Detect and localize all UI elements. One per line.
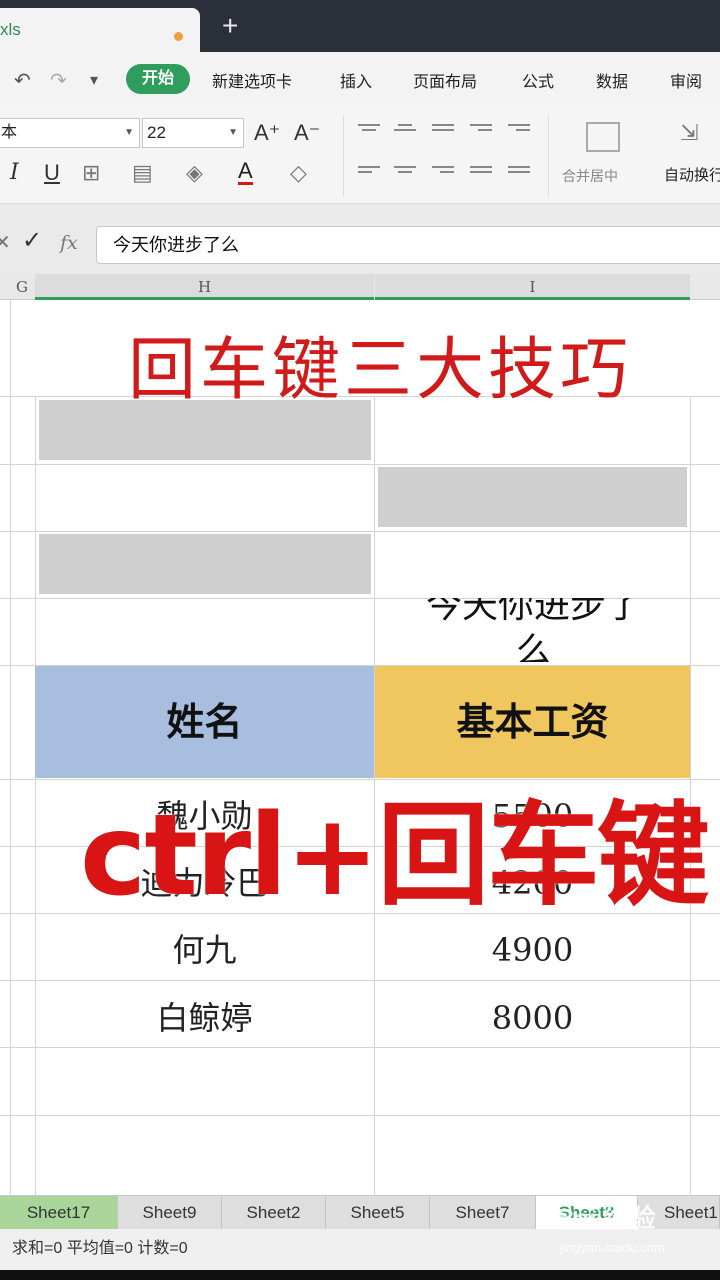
unsaved-dot-icon [174,32,183,41]
borders-icon[interactable]: ⊞ [82,160,100,186]
increase-font-size-icon[interactable]: A⁺ [254,120,280,146]
watermark-brand: Bai 经验 [556,1203,656,1233]
new-tab-button[interactable]: + [222,10,238,42]
column-headers: G H I [0,274,720,300]
grid-line [0,779,720,780]
tutorial-caption-overlay: ctrl+回车键 [80,791,709,921]
undo-icon[interactable]: ↶ [14,68,31,93]
increase-indent-icon[interactable] [508,124,530,138]
align-left-icon[interactable] [358,166,380,180]
confirm-edit-icon[interactable]: ✓ [22,228,42,254]
header-cell-name[interactable]: 姓名 [35,666,374,778]
grid-line [0,1115,720,1116]
function-icon[interactable]: fx [60,230,78,256]
font-name-value: 本 [1,124,18,141]
home-toolbar: 本 ▼ 22 ▼ A⁺ A⁻ I U ⊞ ▤ ◈ A ◇ 合并居中 ⇲ 自动换行 [0,106,720,204]
italic-button[interactable]: I [10,160,19,186]
toolbar-separator [548,116,549,196]
sheet-tab[interactable]: Sheet5 [326,1196,430,1230]
justify-icon[interactable] [470,166,492,180]
column-header-i[interactable]: I [375,274,690,300]
file-tab[interactable]: xls [0,8,200,52]
sheet-tab[interactable]: Sheet7 [430,1196,536,1230]
gray-filled-cell[interactable] [39,400,371,460]
align-top-icon[interactable] [358,124,380,138]
font-size-value: 22 [147,123,166,142]
merge-center-icon[interactable] [586,122,620,152]
redo-icon[interactable]: ↷ [50,68,67,93]
screen-bottom-edge [0,1270,720,1280]
wrap-text-icon[interactable]: ⇲ [680,120,698,146]
underline-button[interactable]: U [44,160,60,186]
distributed-align-icon[interactable] [508,166,530,180]
ribbon-menu-bar: ↶ ↷ ▾ 开始 新建选项卡 插入 页面布局 公式 数据 审阅 [0,52,720,106]
column-header-j[interactable] [691,274,720,300]
fill-color-icon[interactable]: ◈ [186,160,203,186]
font-size-select[interactable]: 22 ▼ [142,118,244,148]
sheet-tab[interactable]: Sheet17 [0,1196,118,1230]
tab-formulas[interactable]: 公式 [522,68,554,92]
clear-format-icon[interactable]: ◇ [290,160,307,186]
file-tab-name: xls [0,20,21,39]
wrapped-text-line: 么 [515,631,552,662]
salary-cell[interactable]: 4900 [375,917,690,983]
sheet-title[interactable]: 回车键三大技巧 [0,314,720,413]
cancel-edit-icon[interactable]: ✕ [0,230,11,256]
grid-line [10,300,11,1195]
quick-access-more-icon[interactable]: ▾ [90,70,98,90]
spreadsheet-app: xls + ↶ ↷ ▾ 开始 新建选项卡 插入 页面布局 公式 数据 审阅 本 … [0,0,720,1280]
chevron-down-icon: ▼ [228,127,238,138]
cell-style-icon[interactable]: ▤ [132,160,153,186]
merge-center-label[interactable]: 合并居中 [562,166,618,186]
grid-line [0,531,720,532]
column-header-g[interactable]: G [10,274,34,300]
formula-input[interactable]: 今天你进步了么 [96,226,720,264]
sheet-tab[interactable]: Sheet2 [222,1196,326,1230]
wrap-text-label[interactable]: 自动换行 [664,164,720,185]
name-cell[interactable]: 白鲸婷 [35,985,374,1051]
formula-bar: ✕ ✓ fx 今天你进步了么 [0,204,720,274]
tab-review[interactable]: 审阅 [670,68,702,92]
name-cell[interactable]: 何九 [35,917,374,983]
sheet-grid[interactable]: 回车键三大技巧 今天你进步了 么 姓名 基本工资 魏小勋 5500 迪力冷巴 4… [0,300,720,1195]
header-cell-salary[interactable]: 基本工资 [375,666,690,778]
watermark-url: jingyan.baidu.com [560,1240,665,1255]
tab-data[interactable]: 数据 [596,68,628,92]
align-bottom-icon[interactable] [432,124,454,138]
watermark: Bai 经验 jingyan.baidu.com [556,1198,696,1268]
decrease-indent-icon[interactable] [470,124,492,138]
align-middle-icon[interactable] [394,124,416,138]
column-header-h[interactable]: H [35,274,374,300]
align-center-icon[interactable] [394,166,416,180]
tab-insert[interactable]: 插入 [340,68,372,92]
toolbar-separator [343,116,344,196]
tab-page-layout[interactable]: 页面布局 [413,68,477,92]
chevron-down-icon: ▼ [124,127,134,138]
wrapped-text-cell[interactable]: 今天你进步了 么 [378,598,690,662]
gray-filled-cell[interactable] [39,534,371,594]
font-color-icon[interactable]: A [238,160,253,185]
tab-home[interactable]: 开始 [126,64,190,94]
align-right-icon[interactable] [432,166,454,180]
sheet-tab[interactable]: Sheet9 [118,1196,222,1230]
gray-filled-cell[interactable] [378,467,687,527]
decrease-font-size-icon[interactable]: A⁻ [294,120,320,146]
window-tab-strip: xls + [0,0,720,52]
salary-cell[interactable]: 8000 [375,985,690,1051]
grid-line [0,464,720,465]
tab-new-tab[interactable]: 新建选项卡 [212,68,292,92]
font-name-select[interactable]: 本 ▼ [0,118,140,148]
